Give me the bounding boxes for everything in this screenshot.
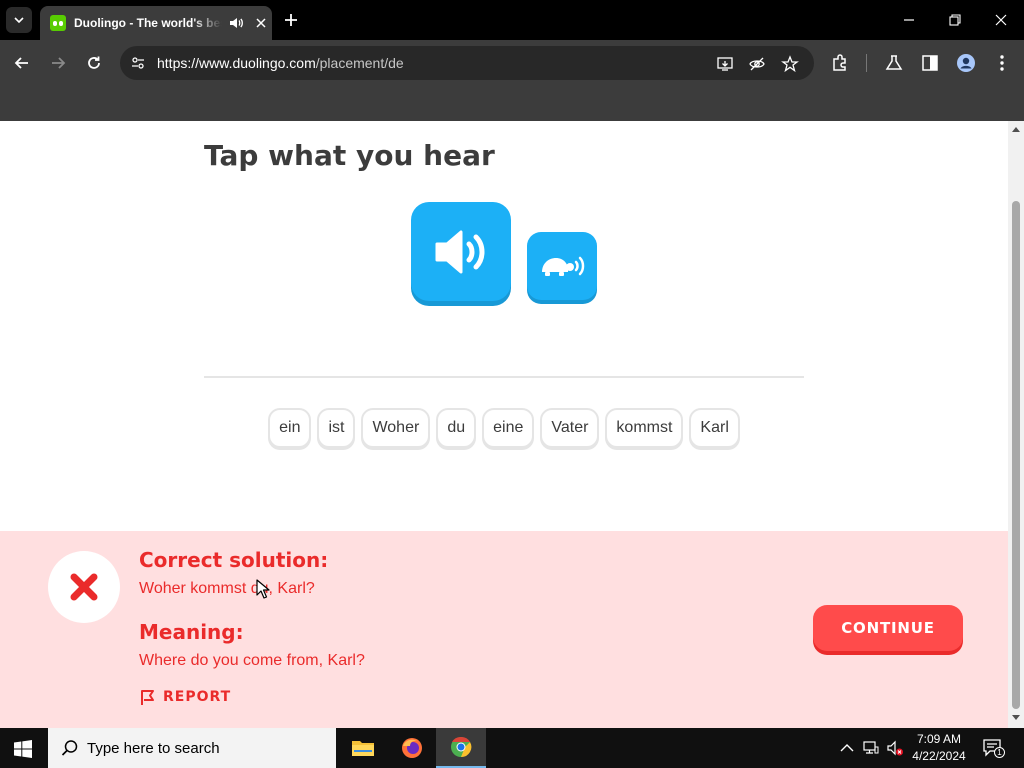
word-bank-chip[interactable]: Vater <box>540 408 600 448</box>
browser-tab-strip: Duolingo - The world's best way to learn… <box>0 0 1024 40</box>
back-arrow-icon[interactable] <box>12 53 32 73</box>
page-scrollbar[interactable] <box>1008 121 1024 728</box>
continue-button[interactable]: CONTINUE <box>813 605 963 651</box>
active-tab[interactable]: Duolingo - The world's best way to learn… <box>40 6 272 40</box>
browser-toolbar: https://www.duolingo.com/placement/de <box>0 40 1024 86</box>
clock-time: 7:09 AM <box>916 732 962 746</box>
incorrect-badge <box>48 551 120 623</box>
taskbar-clock[interactable]: 7:09 AM 4/22/2024 <box>906 731 972 765</box>
show-hidden-icons-chevron-up-icon[interactable] <box>838 739 856 757</box>
folder-icon <box>352 741 374 756</box>
chrome-icon <box>451 736 472 758</box>
lesson-page: Tap what you hear ein ist Woher du eine Vater… <box>0 121 1008 728</box>
speaker-icon <box>435 230 485 273</box>
tab-audio-playing-icon[interactable] <box>228 15 244 31</box>
mouse-cursor-icon <box>256 579 270 599</box>
report-flag-icon <box>141 690 154 705</box>
taskbar-search-box[interactable]: Type here to search <box>48 728 336 768</box>
word-bank: ein ist Woher du eine Vater kommst Karl <box>0 408 1008 448</box>
forward-arrow-icon[interactable] <box>48 53 68 73</box>
labs-flask-icon[interactable] <box>884 53 904 73</box>
url-host: https://www.duolingo.com <box>157 55 316 71</box>
meaning-heading: Meaning: <box>139 620 244 644</box>
answer-drop-area[interactable] <box>204 376 804 378</box>
correct-solution-heading: Correct solution: <box>139 548 329 572</box>
url-text[interactable]: https://www.duolingo.com/placement/de <box>157 55 404 71</box>
windows-start-icon[interactable] <box>14 740 32 758</box>
duolingo-favicon-icon <box>50 15 66 31</box>
browser-menu-kebab-icon[interactable] <box>992 53 1012 73</box>
scroll-up-arrow-icon[interactable] <box>1012 127 1020 132</box>
word-bank-chip[interactable]: du <box>436 408 477 448</box>
tab-search-button[interactable] <box>6 7 32 33</box>
clock-date: 4/22/2024 <box>912 749 966 763</box>
windows-taskbar: Type here to search 7:09 AM 4/22/2024 1 <box>0 728 1024 768</box>
extensions-puzzle-icon[interactable] <box>830 53 850 73</box>
word-bank-chip[interactable]: Woher <box>361 408 431 448</box>
chevron-down-icon <box>14 17 24 24</box>
side-panel-icon[interactable] <box>920 53 940 73</box>
search-placeholder: Type here to search <box>87 739 220 757</box>
network-icon[interactable] <box>862 739 880 757</box>
site-settings-icon[interactable] <box>130 55 146 71</box>
search-icon <box>61 740 78 756</box>
word-bank-chip[interactable]: kommst <box>605 408 684 448</box>
volume-muted-icon[interactable] <box>886 739 904 757</box>
report-label: REPORT <box>163 689 232 705</box>
firefox-icon <box>402 738 422 758</box>
tracking-protection-eye-off-icon[interactable] <box>748 55 766 73</box>
chrome-taskbar-button[interactable] <box>436 728 486 768</box>
turtle-icon <box>542 256 585 276</box>
word-bank-chip[interactable]: eine <box>482 408 535 448</box>
action-center-button[interactable]: 1 <box>982 738 1005 758</box>
report-button[interactable]: REPORT <box>139 688 231 706</box>
url-path: /placement/de <box>315 55 404 71</box>
scrollbar-thumb[interactable] <box>1012 201 1020 709</box>
firefox-taskbar-button[interactable] <box>387 728 437 768</box>
bookmark-star-icon[interactable] <box>781 55 799 73</box>
install-app-icon[interactable] <box>716 55 734 73</box>
bookmarks-bar <box>0 86 1024 121</box>
play-slow-audio-button[interactable] <box>527 232 597 300</box>
file-explorer-taskbar-button[interactable] <box>338 728 388 768</box>
incorrect-feedback-panel: Correct solution: Woher kommst du, Karl?… <box>0 531 1008 728</box>
play-audio-button[interactable] <box>411 202 511 301</box>
x-mark-icon <box>70 573 98 601</box>
notification-count-badge: 1 <box>994 747 1005 758</box>
word-bank-chip[interactable]: Karl <box>689 408 740 448</box>
toolbar-divider <box>866 54 867 72</box>
window-restore-icon[interactable] <box>947 12 963 28</box>
profile-avatar-icon[interactable] <box>956 53 976 73</box>
challenge-prompt: Tap what you hear <box>204 139 495 172</box>
new-tab-plus-icon[interactable] <box>282 11 300 29</box>
word-bank-chip[interactable]: ein <box>268 408 312 448</box>
correct-solution-text: Woher kommst du, Karl? <box>139 580 315 597</box>
window-close-icon[interactable] <box>993 12 1009 28</box>
tab-close-icon[interactable] <box>254 16 268 30</box>
window-minimize-icon[interactable] <box>901 12 917 28</box>
tab-title: Duolingo - The world's best way to learn… <box>74 16 222 30</box>
address-bar[interactable]: https://www.duolingo.com/placement/de <box>120 46 814 80</box>
word-bank-chip[interactable]: ist <box>317 408 356 448</box>
meaning-text: Where do you come from, Karl? <box>139 652 365 669</box>
scroll-down-arrow-icon[interactable] <box>1012 715 1020 720</box>
reload-icon[interactable] <box>84 53 104 73</box>
